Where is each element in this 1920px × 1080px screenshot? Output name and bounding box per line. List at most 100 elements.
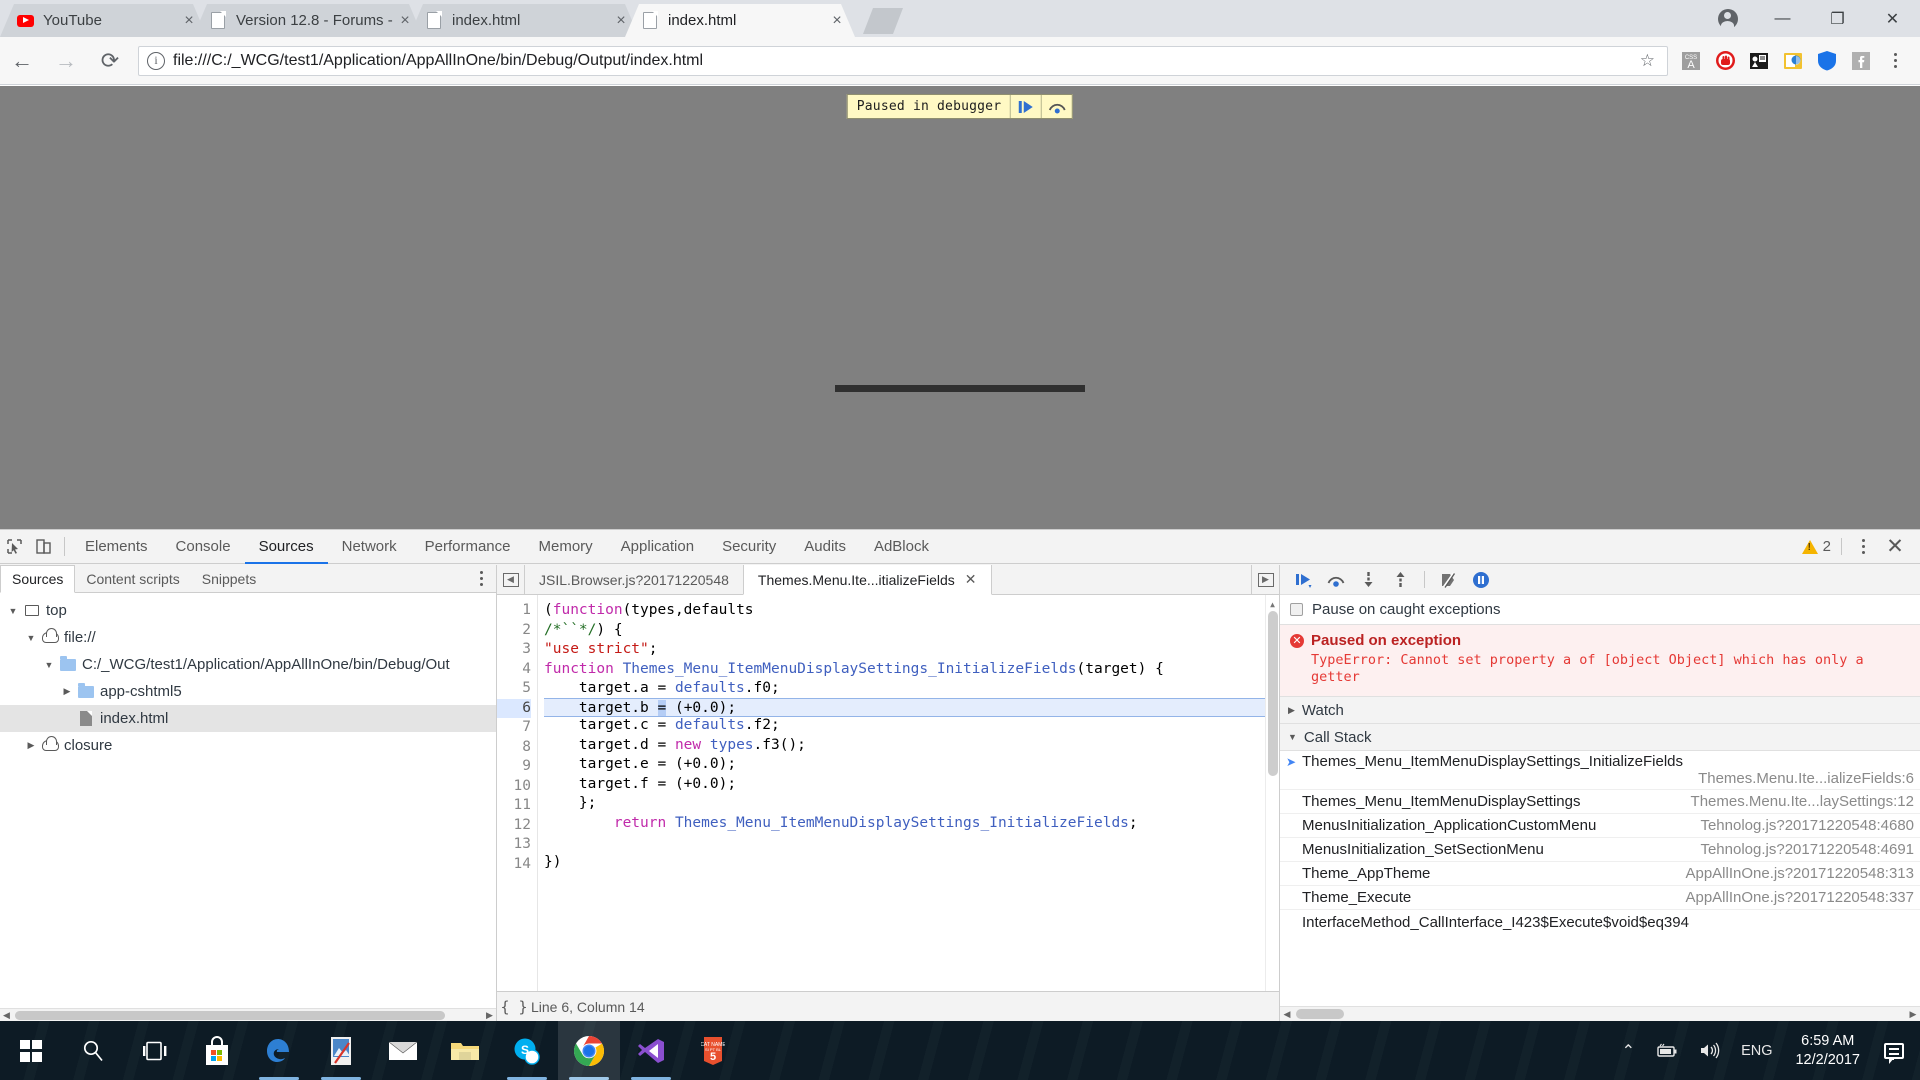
reload-button[interactable]: ⟳ [88,37,132,85]
twisty-icon[interactable]: ▶ [1288,705,1295,716]
show-hidden-icons-button[interactable]: ⌃ [1613,1041,1644,1061]
devtools-tab-elements[interactable]: Elements [71,530,162,564]
browser-tab-index-1[interactable]: index.html × [409,4,639,37]
skype-button[interactable]: S [496,1021,558,1080]
language-indicator[interactable]: ENG [1732,1043,1781,1059]
code-line-current[interactable]: target.b = (+0.0); [544,697,1279,717]
editor-tab-themes-menu[interactable]: Themes.Menu.Ite...itializeFields ✕ [742,565,992,595]
start-button[interactable] [0,1021,62,1080]
navigator-tab-sources[interactable]: Sources [0,565,76,593]
task-view-button[interactable] [124,1021,186,1080]
browser-tab-youtube[interactable]: YouTube × [0,4,207,37]
step-out-icon[interactable] [1386,566,1414,594]
devtools-tab-application[interactable]: Application [607,530,708,564]
code-line[interactable]: "use strict"; [544,640,1279,660]
close-icon[interactable]: ✕ [965,571,977,588]
code-line[interactable]: /*``*/) { [544,621,1279,641]
call-stack-frame[interactable]: Theme_AppTheme AppAllInOne.js?2017122054… [1280,862,1920,886]
browser-menu-icon[interactable] [1878,37,1912,85]
page-info-icon[interactable]: i [147,51,165,70]
volume-icon[interactable] [1690,1042,1730,1059]
scrollbar-thumb[interactable] [15,1010,445,1020]
warning-count-badge[interactable]: 2 [1801,538,1842,555]
close-window-button[interactable]: ✕ [1865,0,1920,37]
devtools-tab-adblock[interactable]: AdBlock [860,530,943,564]
tree-item-output-folder[interactable]: ▼ C:/_WCG/test1/Application/AppAllInOne/… [0,651,496,678]
scroll-right-icon[interactable]: ▶ [1906,1009,1920,1020]
devtools-tab-audits[interactable]: Audits [790,530,860,564]
close-icon[interactable]: × [393,13,417,29]
navigator-tab-content-scripts[interactable]: Content scripts [75,565,190,592]
code-line[interactable]: target.a = defaults.f0; [544,679,1279,699]
devtools-tab-console[interactable]: Console [162,530,245,564]
devtools-tab-performance[interactable]: Performance [411,530,525,564]
pause-on-caught-exceptions-row[interactable]: Pause on caught exceptions [1280,595,1920,625]
call-stack-frame[interactable]: MenusInitialization_SetSectionMenu Tehno… [1280,838,1920,862]
browser-tab-index-2-active[interactable]: index.html × [625,4,855,37]
prev-file-icon[interactable]: ◀ [497,565,525,594]
resume-script-icon[interactable] [1290,566,1318,594]
devtools-tab-memory[interactable]: Memory [525,530,607,564]
translate-icon[interactable]: CSS A [1674,37,1708,85]
battery-icon[interactable] [1646,1043,1688,1059]
device-toolbar-icon[interactable] [29,530,58,564]
file-explorer-button[interactable] [434,1021,496,1080]
navigator-tab-snippets[interactable]: Snippets [191,565,267,592]
taskbar-search-button[interactable] [62,1021,124,1080]
inspect-cursor-icon[interactable] [0,530,29,564]
twisty-icon[interactable]: ▶ [58,686,76,697]
close-icon[interactable]: × [177,13,201,29]
tree-item-closure[interactable]: ▶ closure [0,732,496,759]
action-center-button[interactable] [1874,1042,1914,1064]
code-line[interactable]: target.c = defaults.f2; [544,716,1279,736]
close-icon[interactable]: × [609,13,633,29]
close-icon[interactable]: × [825,13,849,29]
twisty-icon[interactable]: ▼ [40,660,58,670]
clock[interactable]: 6:59 AM 12/2/2017 [1783,1032,1872,1070]
devtools-tab-network[interactable]: Network [328,530,411,564]
advent-calendar-button[interactable]: CAT NAME SI PT BL 5 [682,1021,744,1080]
shield-icon[interactable] [1810,37,1844,85]
call-stack-frame[interactable]: Theme_Execute AppAllInOne.js?20171220548… [1280,886,1920,910]
maximize-button[interactable]: ❐ [1810,0,1865,37]
scroll-up-icon[interactable]: ▲ [1266,595,1279,609]
call-stack-frame[interactable]: ➤ Themes_Menu_ItemMenuDisplaySettings_In… [1280,751,1920,790]
notes-icon[interactable] [1776,37,1810,85]
microsoft-edge-button[interactable] [248,1021,310,1080]
code-line[interactable]: target.f = (+0.0); [544,775,1279,795]
microsoft-store-button[interactable] [186,1021,248,1080]
twisty-icon[interactable]: ▼ [22,633,40,643]
editor-tab-jsil-browser[interactable]: JSIL.Browser.js?20171220548 [525,565,743,594]
code-line[interactable]: target.e = (+0.0); [544,755,1279,775]
code-line[interactable]: return Themes_Menu_ItemMenuDisplaySettin… [544,814,1279,834]
devtools-tab-security[interactable]: Security [708,530,790,564]
devtools-close-icon[interactable]: ✕ [1878,534,1912,559]
scrollbar-thumb[interactable] [1268,611,1278,776]
deactivate-breakpoints-icon[interactable] [1435,566,1463,594]
twisty-icon[interactable]: ▼ [1288,732,1297,742]
visual-studio-code-button[interactable] [620,1021,682,1080]
google-chrome-button[interactable] [558,1021,620,1080]
browser-tab-forums[interactable]: Version 12.8 - Forums - C × [193,4,423,37]
new-tab-button[interactable] [863,8,903,34]
code-area[interactable]: 1 2 3 4 5 6 7 8 9 10 11 12 13 14 (functi… [497,595,1279,991]
code-line[interactable]: target.d = new types.f3(); [544,736,1279,756]
paint-button[interactable] [310,1021,372,1080]
resume-icon[interactable] [1010,95,1041,118]
back-button[interactable]: ← [0,37,44,85]
step-over-icon[interactable] [1322,566,1350,594]
mail-button[interactable] [372,1021,434,1080]
step-into-icon[interactable] [1354,566,1382,594]
twisty-icon[interactable]: ▶ [22,740,40,751]
source-code-text[interactable]: (function(types,defaults/*``*/) {"use st… [537,595,1279,991]
call-stack-section-header[interactable]: ▼ Call Stack [1280,724,1920,751]
scroll-right-icon[interactable]: ▶ [483,1010,496,1021]
watch-section-header[interactable]: ▶ Watch [1280,697,1920,724]
next-file-icon[interactable]: ▶ [1251,565,1279,594]
call-stack-frame[interactable]: MenusInitialization_ApplicationCustomMen… [1280,814,1920,838]
scroll-left-icon[interactable]: ◀ [0,1010,13,1021]
devtools-tab-sources[interactable]: Sources [245,530,328,564]
step-over-icon[interactable] [1041,95,1072,118]
code-line[interactable]: (function(types,defaults [544,601,1279,621]
tree-item-top[interactable]: ▼ top [0,597,496,624]
